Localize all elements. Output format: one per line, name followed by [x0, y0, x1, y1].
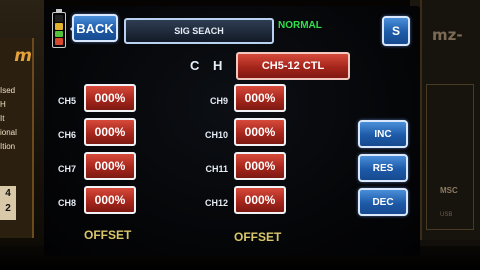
battery-cell [55, 30, 63, 38]
channel-heading: C H [190, 58, 228, 73]
left-panel-text: Ised H It ional Ition [0, 84, 34, 154]
left-panel-line: ional [0, 128, 17, 137]
menu-button[interactable]: S [382, 16, 410, 46]
channel-value-ch11[interactable]: 000% [234, 152, 286, 180]
left-box-digit: 4 [5, 188, 11, 199]
right-panel-sub: USB [440, 212, 453, 218]
channel-label-ch6: CH6 [57, 130, 76, 140]
channel-label-ch9: CH9 [209, 96, 228, 106]
right-panel-frame [426, 84, 474, 230]
channel-label-ch7: CH7 [57, 164, 76, 174]
channel-label-ch5: CH5 [57, 96, 76, 106]
battery-cell [55, 38, 63, 45]
left-brand-logo: m [14, 46, 32, 66]
channel-label-ch11: CH11 [205, 164, 228, 174]
channel-label-ch8: CH8 [57, 198, 76, 208]
left-panel-line: It [0, 114, 5, 123]
channel-value-ch6[interactable]: 000% [84, 118, 136, 146]
left-box-digit: 2 [5, 203, 11, 214]
right-panel-label: MSC [440, 186, 458, 195]
channel-value-ch7[interactable]: 000% [84, 152, 136, 180]
battery-cell [55, 22, 63, 30]
page-title: SIG SEACH [124, 18, 274, 44]
inc-button[interactable]: INC [358, 120, 408, 148]
battery-cell [55, 15, 63, 22]
left-panel-box: 4 2 [0, 186, 16, 220]
channel-label-ch12: CH12 [204, 198, 228, 208]
mode-indicator: NORMAL [278, 20, 322, 31]
channel-value-ch9[interactable]: 000% [234, 84, 286, 112]
channel-value-ch12[interactable]: 000% [234, 186, 286, 214]
channel-value-ch5[interactable]: 000% [84, 84, 136, 112]
left-panel-line: Ition [0, 142, 16, 151]
reset-button[interactable]: RES [358, 154, 408, 182]
left-panel-line: Ised [0, 86, 16, 95]
dec-button[interactable]: DEC [358, 188, 408, 216]
channel-value-ch8[interactable]: 000% [84, 186, 136, 214]
left-panel-line: H [0, 100, 6, 109]
offset-label-left: OFFSET [84, 228, 132, 242]
lcd-screen: BACK SIG SEACH NORMAL S C H CH5-12 CTL C… [44, 6, 420, 256]
channel-label-ch10: CH10 [204, 130, 228, 140]
ch-control-button[interactable]: CH5-12 CTL [236, 52, 350, 80]
offset-label-right: OFFSET [234, 230, 282, 244]
right-brand-logo: mz- [432, 26, 463, 44]
battery-icon [52, 9, 66, 48]
channel-value-ch10[interactable]: 000% [234, 118, 286, 146]
back-button[interactable]: BACK [72, 14, 118, 42]
